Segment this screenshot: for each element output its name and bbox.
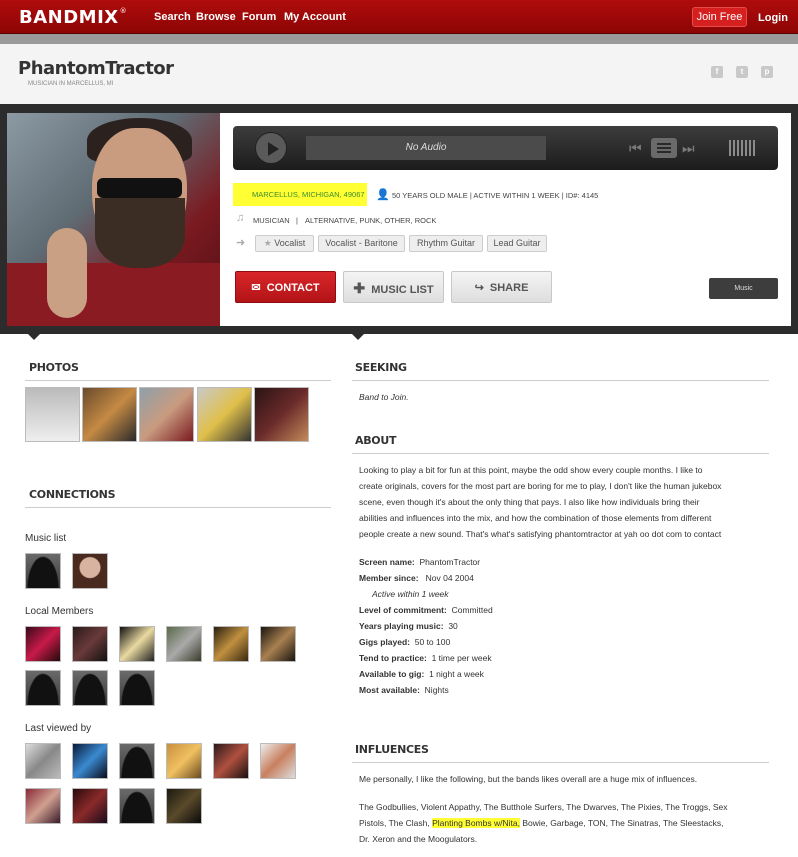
divider — [352, 762, 769, 763]
playlist-icon[interactable] — [651, 138, 677, 158]
nav-my-account-link[interactable]: My Account — [284, 11, 346, 23]
instrument-tag[interactable]: ★ Vocalist — [255, 235, 314, 252]
music-list-label: Music list — [25, 533, 67, 544]
member-avatar[interactable] — [25, 670, 61, 706]
contact-button[interactable]: ✉ CONTACT — [235, 271, 336, 303]
last-viewed-label: Last viewed by — [25, 723, 92, 734]
profile-type: MUSICIAN — [253, 216, 290, 225]
seeking-title: SEEKING — [355, 361, 407, 374]
separator: | — [296, 216, 298, 225]
member-avatar[interactable] — [260, 743, 296, 779]
seeking-text: Band to Join. — [359, 392, 409, 402]
previous-track-icon[interactable]: ⏮ — [629, 140, 642, 156]
profile-photo[interactable] — [7, 113, 220, 326]
audio-player: No Audio ⏮ ⏭ — [233, 126, 778, 170]
detail-screen-name: Screen name: PhantomTractor — [359, 557, 481, 567]
profile-subtitle: MUSICIAN IN MARCELLUS, MI — [28, 81, 114, 87]
divider — [352, 453, 769, 454]
next-track-icon[interactable]: ⏭ — [682, 140, 695, 156]
member-avatar[interactable] — [166, 626, 202, 662]
detail-available-gig: Available to gig: 1 night a week — [359, 669, 484, 679]
profile-name: PhantomTractor — [18, 58, 174, 79]
section-pointer — [27, 333, 41, 340]
detail-most-available: Most available: Nights — [359, 685, 449, 695]
mail-icon: ✉ — [251, 282, 261, 294]
photo-thumbnail[interactable] — [139, 387, 194, 442]
divider — [25, 507, 331, 508]
person-icon: 👤 — [376, 189, 390, 201]
share-icon: ↪ — [474, 282, 484, 294]
member-avatar[interactable] — [213, 626, 249, 662]
divider — [25, 380, 331, 381]
photo-thumbnail[interactable] — [254, 387, 309, 442]
star-icon: ★ — [263, 238, 272, 248]
photo-thumbnail[interactable] — [25, 387, 80, 442]
section-pointer — [351, 333, 365, 340]
photo-thumbnail[interactable] — [82, 387, 137, 442]
member-avatar[interactable] — [25, 743, 61, 779]
member-avatar[interactable] — [25, 788, 61, 824]
volume-icon[interactable] — [729, 140, 755, 156]
influences-list: The Godbullies, Violent Appathy, The But… — [359, 802, 728, 844]
detail-active: Active within 1 week — [372, 589, 449, 599]
about-text: Looking to play a bit for fun at this po… — [359, 465, 722, 539]
detail-practice: Tend to practice: 1 time per week — [359, 653, 492, 663]
nav-browse-link[interactable]: Browse — [196, 11, 236, 23]
detail-gigs-played: Gigs played: 50 to 100 — [359, 637, 451, 647]
member-avatar[interactable] — [166, 788, 202, 824]
member-avatar[interactable] — [72, 553, 108, 589]
nav-forum-link[interactable]: Forum — [242, 11, 276, 23]
music-note-icon: ♫ — [236, 212, 245, 224]
facebook-icon[interactable]: f — [711, 66, 723, 78]
nav-divider — [0, 34, 798, 44]
member-avatar[interactable] — [213, 743, 249, 779]
twitter-icon[interactable]: t — [736, 66, 748, 78]
member-avatar[interactable] — [119, 670, 155, 706]
divider — [352, 380, 769, 381]
member-avatar[interactable] — [25, 626, 61, 662]
member-avatar[interactable] — [72, 743, 108, 779]
join-free-button[interactable]: Join Free — [692, 7, 747, 27]
nav-search-link[interactable]: Search — [154, 11, 191, 23]
instrument-tag[interactable]: Vocalist - Baritone — [318, 235, 405, 252]
music-badge[interactable]: Music — [709, 278, 778, 299]
profile-header: PhantomTractor MUSICIAN IN MARCELLUS, MI… — [0, 44, 798, 104]
profile-location[interactable]: MARCELLUS, MICHIGAN, 49067 — [233, 183, 367, 206]
about-title: ABOUT — [355, 434, 397, 447]
influences-intro: Me personally, I like the following, but… — [359, 774, 698, 784]
member-avatar[interactable] — [119, 743, 155, 779]
member-avatar[interactable] — [72, 670, 108, 706]
profile-details: 50 YEARS OLD MALE | ACTIVE WITHIN 1 WEEK… — [392, 191, 599, 200]
plus-icon: ✚ — [353, 280, 366, 296]
player-status: No Audio — [306, 136, 546, 160]
photos-title: PHOTOS — [29, 361, 79, 374]
local-members-label: Local Members — [25, 606, 94, 617]
arrow-right-icon: ➜ — [236, 237, 246, 249]
member-avatar[interactable] — [260, 626, 296, 662]
member-avatar[interactable] — [166, 743, 202, 779]
music-list-button[interactable]: ✚ MUSIC LIST — [343, 271, 444, 303]
detail-commitment: Level of commitment: Committed — [359, 605, 493, 615]
influences-title: INFLUENCES — [355, 743, 429, 756]
member-avatar[interactable] — [72, 788, 108, 824]
profile-genres: ALTERNATIVE, PUNK, OTHER, ROCK — [305, 216, 437, 225]
connections-title: CONNECTIONS — [29, 488, 116, 501]
member-avatar[interactable] — [119, 626, 155, 662]
share-button[interactable]: ↪ SHARE — [451, 271, 552, 303]
top-navbar: BANDMIX® Search Browse Forum My Account … — [0, 0, 798, 34]
play-icon[interactable] — [255, 132, 287, 164]
detail-member-since: Member since: Nov 04 2004 — [359, 573, 474, 583]
member-avatar[interactable] — [72, 626, 108, 662]
instrument-tag[interactable]: Rhythm Guitar — [409, 235, 483, 252]
member-avatar[interactable] — [25, 553, 61, 589]
login-link[interactable]: Login — [758, 12, 788, 24]
bandmix-logo[interactable]: BANDMIX® — [19, 7, 127, 28]
instrument-tag[interactable]: Lead Guitar — [487, 235, 547, 252]
photo-thumbnail[interactable] — [197, 387, 252, 442]
pinterest-icon[interactable]: p — [761, 66, 773, 78]
member-avatar[interactable] — [119, 788, 155, 824]
detail-years-playing: Years playing music: 30 — [359, 621, 458, 631]
highlighted-band: Planting Bombs w/Nita, — [432, 818, 520, 828]
